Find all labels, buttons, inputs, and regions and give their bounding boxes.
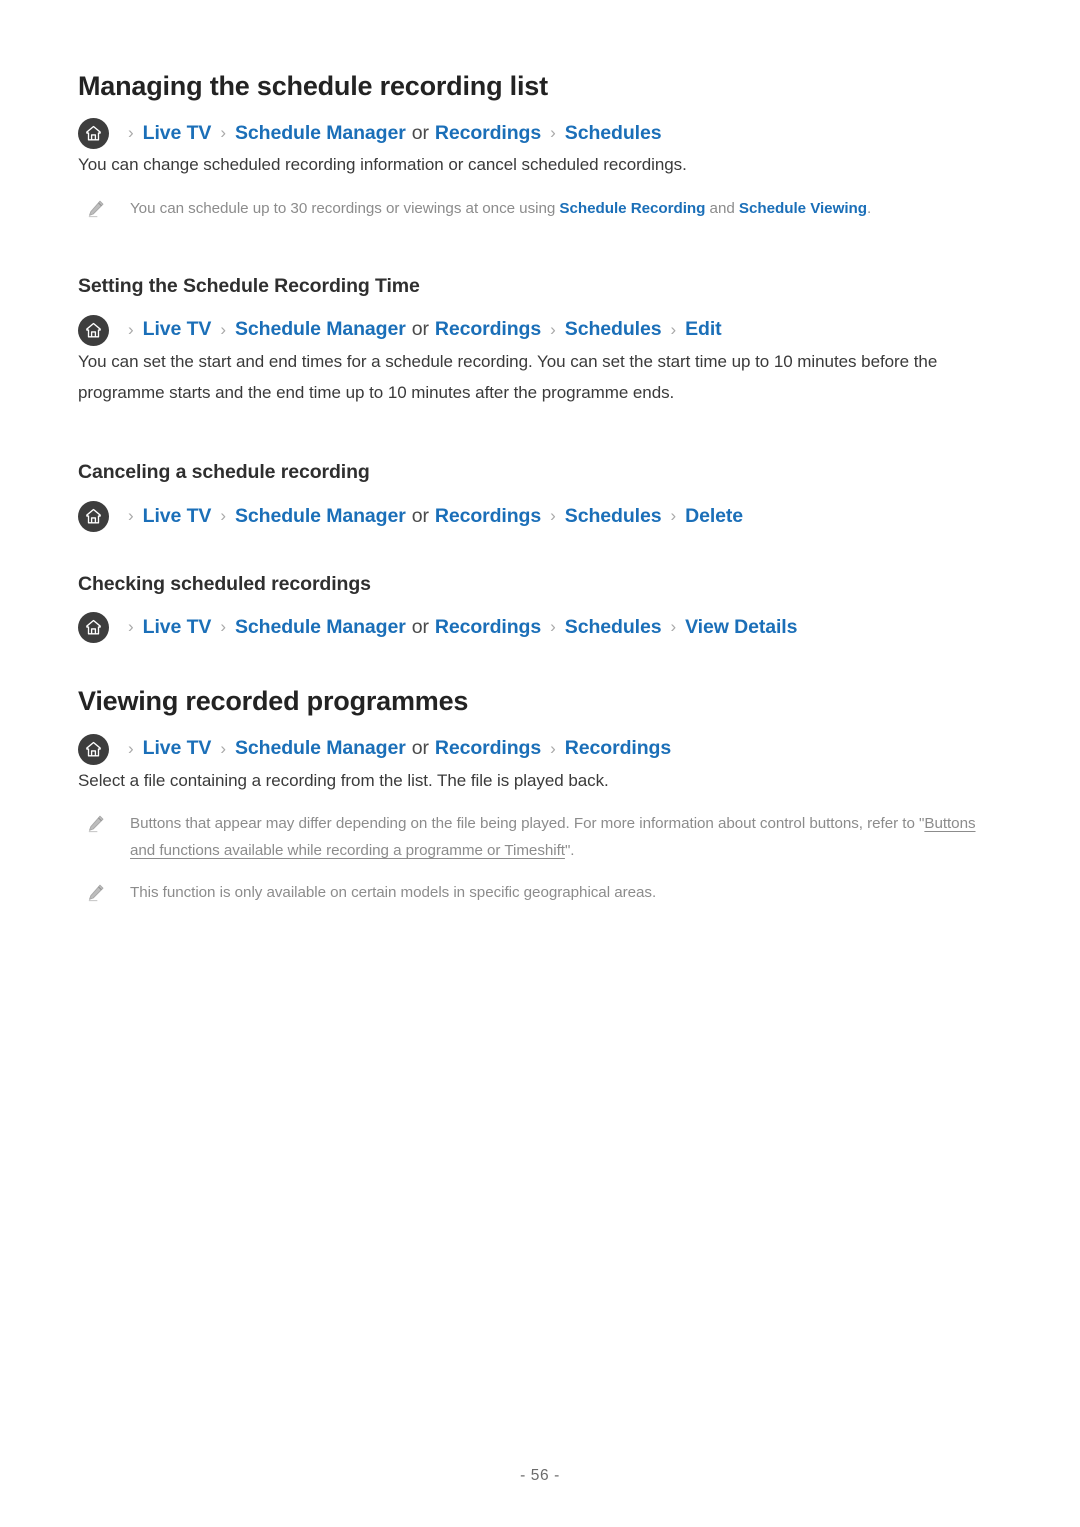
breadcrumb-item-live-tv[interactable]: Live TV <box>143 506 212 527</box>
home-icon[interactable] <box>78 500 109 532</box>
section-heading: Canceling a schedule recording <box>78 461 370 484</box>
breadcrumb-conjunction: or <box>411 318 429 341</box>
document-page: Managing the schedule recording list › L… <box>0 0 1080 1527</box>
chevron-right-icon: › <box>670 319 677 339</box>
page-number-footer: - 56 - <box>520 1467 560 1484</box>
chevron-right-icon: › <box>128 123 134 143</box>
section-body-text: You can set the start and end times for … <box>78 351 938 402</box>
chevron-right-icon: › <box>550 617 556 637</box>
breadcrumb-item-live-tv[interactable]: Live TV <box>143 739 212 759</box>
home-icon[interactable] <box>78 612 109 644</box>
breadcrumb-conjunction: or <box>411 122 429 145</box>
chevron-right-icon: › <box>550 505 556 525</box>
breadcrumb-item-recordings[interactable]: Recordings <box>435 506 541 527</box>
note-text: This function is only available on certa… <box>130 883 657 901</box>
section-body-text: Select a file containing a recording fro… <box>78 770 609 790</box>
breadcrumb-item-schedules[interactable]: Schedules <box>565 320 662 340</box>
breadcrumb-item-schedule-manager[interactable]: Schedule Manager <box>235 739 406 759</box>
breadcrumb-item-schedule-manager[interactable]: Schedule Manager <box>235 320 406 340</box>
section-checking-scheduled-recordings: Checking scheduled recordings › Live TV … <box>78 572 1002 644</box>
breadcrumb-item-live-tv[interactable]: Live TV <box>143 124 212 144</box>
breadcrumb-item-live-tv[interactable]: Live TV <box>143 320 212 340</box>
breadcrumb-item-schedule-manager[interactable]: Schedule Manager <box>235 617 406 638</box>
note-suffix: . <box>866 199 872 217</box>
pencil-icon <box>86 814 108 836</box>
note-item: Buttons that appear may differ depending… <box>78 810 1002 865</box>
section-heading: Checking scheduled recordings <box>78 572 371 595</box>
section-heading: Setting the Schedule Recording Time <box>78 275 420 298</box>
section-setting-schedule-recording-time: Setting the Schedule Recording Time › Li… <box>78 274 1002 408</box>
breadcrumb: › Live TV › Schedule Manager or Recordin… <box>78 612 1002 644</box>
chevron-right-icon: › <box>550 123 556 143</box>
breadcrumb-item-recordings-final[interactable]: Recordings <box>565 739 671 759</box>
chevron-right-icon: › <box>550 319 556 339</box>
breadcrumb: › Live TV › Schedule Manager or Recordin… <box>78 118 1002 150</box>
chevron-right-icon: › <box>220 319 226 339</box>
breadcrumb: › Live TV › Schedule Manager or Recordin… <box>78 314 1002 346</box>
breadcrumb-item-schedules[interactable]: Schedules <box>565 124 662 144</box>
note-link-schedule-recording[interactable]: Schedule Recording <box>559 200 705 217</box>
note-text: You can schedule up to 30 recordings or … <box>130 195 1002 222</box>
breadcrumb-item-recordings[interactable]: Recordings <box>435 320 541 340</box>
breadcrumb-conjunction: or <box>411 737 429 760</box>
note-item: This function is only available on certa… <box>78 879 1002 906</box>
page-title: Managing the schedule recording list <box>78 71 548 101</box>
breadcrumb-item-recordings[interactable]: Recordings <box>435 617 541 638</box>
note-link-schedule-viewing[interactable]: Schedule Viewing <box>739 200 867 217</box>
home-icon[interactable] <box>78 733 109 765</box>
section-canceling-schedule-recording: Canceling a schedule recording › Live TV… <box>78 460 1002 532</box>
chevron-right-icon: › <box>128 319 134 339</box>
breadcrumb-item-recordings[interactable]: Recordings <box>435 739 541 759</box>
note-middle: and <box>705 199 739 217</box>
page-title: Viewing recorded programmes <box>78 686 469 717</box>
chevron-right-icon: › <box>670 505 677 525</box>
breadcrumb-item-live-tv[interactable]: Live TV <box>143 617 212 638</box>
breadcrumb-item-recordings[interactable]: Recordings <box>435 124 541 144</box>
chevron-right-icon: › <box>220 123 226 143</box>
breadcrumb-conjunction: or <box>411 615 429 638</box>
pencil-icon <box>86 199 108 221</box>
chevron-right-icon: › <box>550 738 556 758</box>
breadcrumb-item-edit[interactable]: Edit <box>685 320 722 340</box>
breadcrumb-item-schedule-manager[interactable]: Schedule Manager <box>235 506 406 527</box>
note-suffix: ". <box>564 842 575 860</box>
breadcrumb-item-delete[interactable]: Delete <box>685 506 743 527</box>
pencil-icon <box>86 883 108 905</box>
breadcrumb-conjunction: or <box>411 504 429 527</box>
home-icon[interactable] <box>78 314 109 346</box>
breadcrumb: › Live TV › Schedule Manager or Recordin… <box>78 733 1002 765</box>
note-prefix: You can schedule up to 30 recordings or … <box>130 199 560 217</box>
chevron-right-icon: › <box>220 617 226 637</box>
home-icon[interactable] <box>78 118 109 150</box>
chevron-right-icon: › <box>220 505 226 525</box>
note-item: You can schedule up to 30 recordings or … <box>78 195 1002 222</box>
breadcrumb: › Live TV › Schedule Manager or Recordin… <box>78 500 1002 532</box>
chevron-right-icon: › <box>670 617 677 637</box>
chevron-right-icon: › <box>128 617 134 637</box>
breadcrumb-item-schedules[interactable]: Schedules <box>565 506 662 527</box>
breadcrumb-item-schedules[interactable]: Schedules <box>565 617 662 638</box>
breadcrumb-item-view-details[interactable]: View Details <box>685 617 797 638</box>
chevron-right-icon: › <box>220 738 226 758</box>
note-text: Buttons that appear may differ depending… <box>130 810 1002 865</box>
section-body-text: You can change scheduled recording infor… <box>78 155 687 175</box>
chevron-right-icon: › <box>128 738 134 758</box>
note-prefix: Buttons that appear may differ depending… <box>130 815 925 833</box>
section-managing-schedule-recording-list: Managing the schedule recording list › L… <box>78 0 1002 222</box>
section-viewing-recorded-programmes: Viewing recorded programmes › Live TV › … <box>78 685 1002 906</box>
breadcrumb-item-schedule-manager[interactable]: Schedule Manager <box>235 124 406 144</box>
chevron-right-icon: › <box>128 505 134 525</box>
